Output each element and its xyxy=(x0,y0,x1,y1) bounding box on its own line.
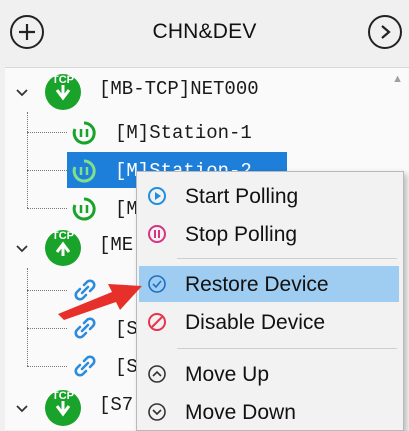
tree-item-device[interactable]: [M xyxy=(67,190,147,226)
tree-item-label: [M xyxy=(115,198,138,220)
tcp-connection-icon: TCP xyxy=(41,68,85,117)
context-menu: Start Polling Stop Polling Restore Devic… xyxy=(136,171,404,431)
tree-line xyxy=(27,112,28,208)
expand-chevron-icon[interactable] xyxy=(15,242,29,256)
tree-line xyxy=(27,328,67,329)
expand-chevron-icon[interactable] xyxy=(15,86,29,100)
tree-item-channel[interactable]: TCP [ME xyxy=(5,228,145,266)
menu-item-restore-device[interactable]: Restore Device xyxy=(139,266,399,302)
disable-icon xyxy=(147,312,167,332)
menu-item-label: Move Down xyxy=(185,401,296,424)
tree-line xyxy=(27,366,67,367)
tree-item-device[interactable]: [M]Station-1 xyxy=(67,114,367,150)
tree-item-label: [MB-TCP]NET000 xyxy=(99,78,259,100)
tree-item-label: [M]Station-1 xyxy=(115,122,252,144)
panel-header: CHN&DEV xyxy=(0,0,409,62)
panel-title: CHN&DEV xyxy=(152,20,257,43)
polling-device-icon xyxy=(71,158,97,189)
menu-item-stop-polling[interactable]: Stop Polling xyxy=(139,216,399,252)
menu-item-label: Disable Device xyxy=(185,311,326,334)
tree-line xyxy=(27,268,28,366)
svg-text:TCP: TCP xyxy=(52,230,74,242)
menu-item-move-down[interactable]: Move Down xyxy=(139,394,399,430)
polling-device-icon xyxy=(71,120,97,151)
svg-text:TCP: TCP xyxy=(52,74,74,86)
menu-item-disable-device[interactable]: Disable Device xyxy=(139,304,399,340)
menu-item-label: Stop Polling xyxy=(185,223,298,246)
menu-item-label: Start Polling xyxy=(185,185,299,208)
tree-line xyxy=(27,208,67,209)
menu-item-move-up[interactable]: Move Up xyxy=(139,356,399,392)
tree-line xyxy=(27,132,67,133)
play-circle-icon xyxy=(147,186,167,206)
tree-line xyxy=(27,170,67,171)
up-circle-icon xyxy=(147,364,167,384)
tcp-connection-icon: TCP xyxy=(41,384,85,430)
tree-item-label: [S7 xyxy=(99,394,134,416)
pause-circle-icon xyxy=(147,224,167,244)
menu-item-label: Restore Device xyxy=(185,273,329,296)
check-circle-icon xyxy=(147,274,167,294)
tree-item-channel[interactable]: TCP [MB-TCP]NET000 xyxy=(5,72,405,110)
chevron-right-circle-icon xyxy=(378,24,392,40)
tree-item-channel[interactable]: TCP [S7 xyxy=(5,388,145,426)
tree-item-label: [ME xyxy=(99,234,134,256)
expand-chevron-icon[interactable] xyxy=(15,402,29,416)
menu-item-start-polling[interactable]: Start Polling xyxy=(139,178,399,214)
tree-item-device[interactable]: [S xyxy=(67,348,147,384)
down-circle-icon xyxy=(147,402,167,422)
menu-separator xyxy=(177,348,397,349)
next-button[interactable] xyxy=(368,15,402,49)
menu-item-label: Move Up xyxy=(185,363,270,386)
tcp-connection-icon: TCP xyxy=(41,224,85,273)
polling-device-icon xyxy=(71,196,97,227)
menu-separator xyxy=(177,258,397,259)
annotation-arrow-icon xyxy=(54,278,146,325)
tree-item-label: [S xyxy=(115,356,138,378)
svg-text:TCP: TCP xyxy=(52,390,74,402)
link-device-icon xyxy=(71,352,99,385)
